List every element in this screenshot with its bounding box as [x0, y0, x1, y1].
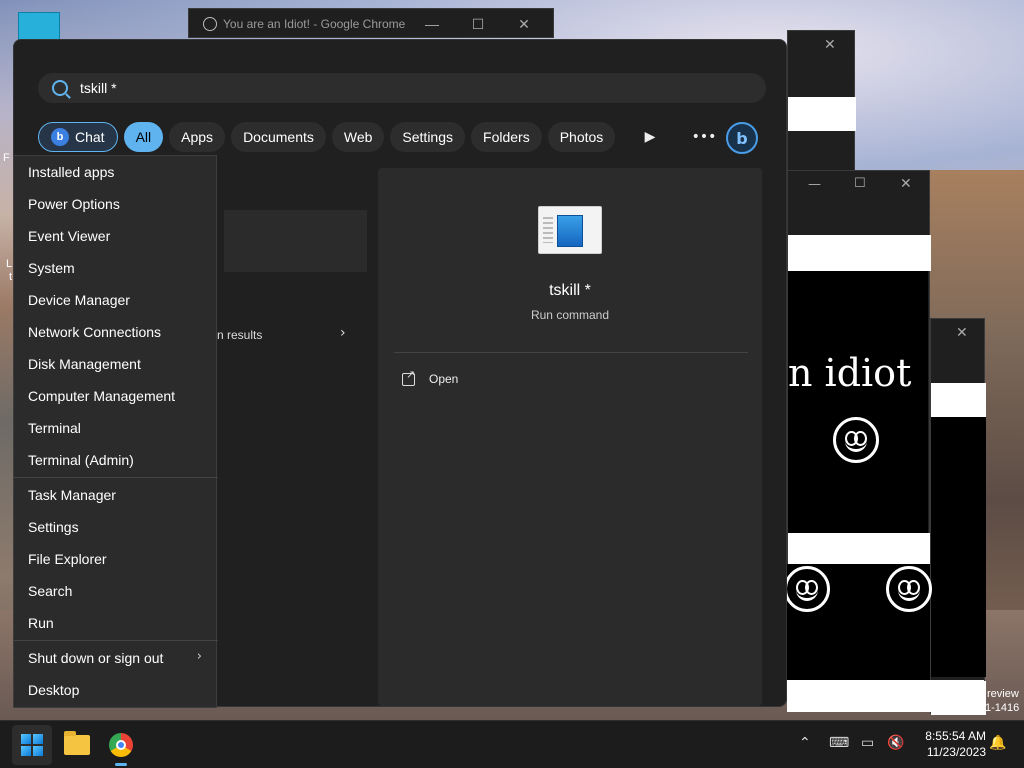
tab-chat-label: Chat	[75, 129, 105, 145]
tab-documents[interactable]: Documents	[231, 122, 326, 152]
menu-item-device-manager[interactable]: Device Manager	[28, 292, 130, 308]
clock-time: 8:55:54 AM	[925, 729, 986, 743]
search-box[interactable]	[38, 73, 766, 103]
chevron-right-icon[interactable]: ›	[340, 325, 346, 341]
close-icon[interactable]: ✕	[501, 16, 547, 33]
preview-app-name: tskill *	[549, 282, 591, 299]
smiley-icon	[886, 566, 932, 612]
result-preview-pane: tskill * Run command Open	[378, 168, 762, 706]
watermark-text: review	[987, 688, 1019, 700]
menu-separator	[14, 477, 218, 478]
search-input[interactable]	[80, 80, 680, 96]
maximize-icon[interactable]: ☐	[455, 16, 501, 33]
tab-folders[interactable]: Folders	[471, 122, 542, 152]
preview-app-type: Run command	[530, 308, 610, 322]
close-icon[interactable]: ✕	[824, 37, 836, 53]
menu-item-file-explorer[interactable]: File Explorer	[28, 551, 107, 567]
running-indicator	[115, 763, 127, 766]
notification-bell-icon[interactable]: 🔔	[989, 735, 1006, 751]
windows-logo-icon	[21, 734, 43, 756]
window-content-bar	[788, 97, 856, 131]
more-icon[interactable]: •••	[689, 122, 719, 152]
bing-icon[interactable]: b	[726, 122, 758, 154]
idiot-window-2[interactable]: — ☐ ✕ n idiot	[787, 170, 931, 565]
menu-item-terminal[interactable]: Terminal	[28, 420, 81, 436]
quick-link-menu: Installed apps Power Options Event Viewe…	[13, 155, 218, 708]
menu-item-computer-management[interactable]: Computer Management	[28, 388, 175, 404]
volume-muted-icon[interactable]: 🔇	[887, 735, 904, 751]
menu-item-run[interactable]: Run	[28, 615, 54, 631]
search-filter-tabs: b Chat All Apps Documents Web Settings F…	[38, 122, 616, 152]
menu-item-event-viewer[interactable]: Event Viewer	[28, 228, 110, 244]
desktop-icon[interactable]	[18, 12, 60, 42]
taskbar: ⌃ ⌨ ▭ 🔇 8:55:54 AM 11/23/2023 🔔	[0, 720, 1024, 768]
open-action[interactable]: Open	[402, 368, 459, 386]
desktop-edge-text: t	[9, 271, 13, 283]
idiot-page-panel	[931, 417, 986, 677]
clock-date: 11/23/2023	[926, 745, 986, 759]
window-content-bar	[788, 533, 931, 565]
desktop-edge-text: F	[3, 152, 10, 164]
tab-web[interactable]: Web	[331, 122, 385, 152]
menu-separator	[14, 640, 218, 641]
menu-item-system[interactable]: System	[28, 260, 75, 276]
best-match-result[interactable]	[224, 210, 367, 272]
folder-icon	[64, 731, 90, 755]
smiley-favicon-icon	[203, 17, 217, 31]
chrome-taskbar-button[interactable]	[101, 725, 141, 765]
close-icon[interactable]: ✕	[956, 325, 968, 341]
menu-item-power-options[interactable]: Power Options	[28, 196, 120, 212]
tab-all[interactable]: All	[123, 122, 164, 152]
tab-settings[interactable]: Settings	[390, 122, 466, 152]
network-icon[interactable]: ▭	[861, 735, 874, 751]
menu-item-shut-down[interactable]: Shut down or sign out	[28, 650, 163, 666]
play-icon[interactable]: ▶	[635, 122, 665, 152]
menu-item-disk-management[interactable]: Disk Management	[28, 356, 141, 372]
tab-chat[interactable]: b Chat	[38, 122, 118, 152]
menu-item-desktop[interactable]: Desktop	[28, 682, 79, 698]
tab-apps[interactable]: Apps	[169, 122, 226, 152]
chrome-window-title: You are an Idiot! - Google Chrome	[223, 17, 406, 31]
open-action-label: Open	[429, 372, 459, 386]
chevron-up-icon[interactable]: ⌃	[799, 735, 811, 751]
system-clock[interactable]: 8:55:54 AM 11/23/2023	[914, 728, 986, 760]
minimize-icon[interactable]: —	[409, 16, 455, 33]
idiot-window-3[interactable]: ✕	[930, 318, 986, 715]
smiley-icon	[784, 566, 830, 612]
chrome-window-titlebar[interactable]: You are an Idiot! - Google Chrome — ☐ ✕	[188, 8, 554, 38]
smiley-icon	[833, 417, 879, 463]
maximize-icon[interactable]: ☐	[854, 176, 866, 191]
watermark-text: 1-1416	[985, 702, 1020, 714]
tab-photos[interactable]: Photos	[547, 122, 616, 152]
menu-item-task-manager[interactable]: Task Manager	[28, 487, 116, 503]
menu-item-search[interactable]: Search	[28, 583, 72, 599]
minimize-icon[interactable]: —	[808, 177, 821, 192]
run-command-icon	[538, 206, 602, 254]
divider	[394, 352, 748, 353]
chevron-right-icon: ›	[196, 649, 202, 664]
search-icon	[52, 80, 68, 96]
close-icon[interactable]: ✕	[900, 176, 912, 192]
menu-item-installed-apps[interactable]: Installed apps	[28, 164, 114, 180]
window-content-bar	[931, 383, 986, 417]
idiot-page-panel	[788, 271, 928, 533]
start-button[interactable]	[12, 725, 52, 765]
window-content-bar	[788, 235, 931, 271]
file-explorer-button[interactable]	[57, 725, 97, 765]
keyboard-icon[interactable]: ⌨	[829, 735, 849, 751]
search-results-link[interactable]: n results	[217, 328, 262, 342]
chrome-icon	[109, 733, 133, 757]
menu-item-terminal-admin[interactable]: Terminal (Admin)	[28, 452, 134, 468]
menu-item-settings[interactable]: Settings	[28, 519, 79, 535]
open-external-icon	[402, 368, 415, 386]
window-content-bar	[787, 680, 984, 712]
bing-icon: b	[51, 128, 69, 146]
menu-item-network-connections[interactable]: Network Connections	[28, 324, 161, 340]
idiot-page-text: n idiot	[788, 351, 912, 395]
desktop-edge-text: L	[6, 258, 13, 270]
